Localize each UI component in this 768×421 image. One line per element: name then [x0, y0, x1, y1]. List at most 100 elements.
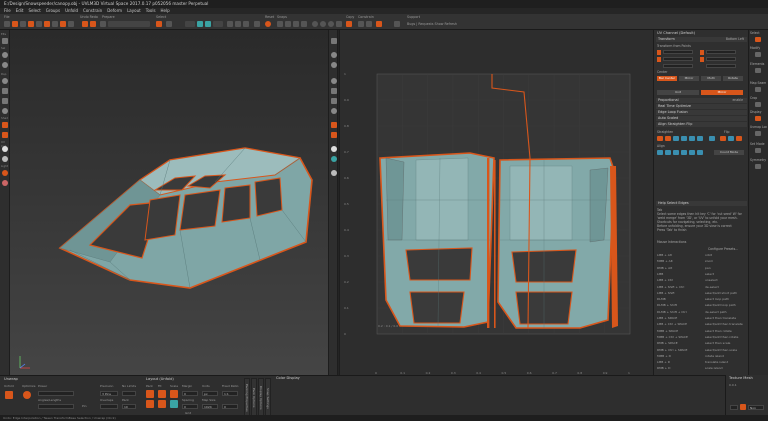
crop-icon[interactable] — [755, 102, 761, 107]
symmetry-icon[interactable] — [755, 164, 761, 169]
display-sphere-icon[interactable] — [2, 78, 8, 84]
display-tool-icon[interactable] — [755, 116, 761, 121]
edge-loop-section[interactable]: Edge Loop Fusion — [656, 110, 747, 115]
axis-alt-icon[interactable] — [2, 132, 8, 138]
straighten-e-icon[interactable] — [709, 136, 715, 141]
uv-sphere-icon[interactable] — [331, 52, 337, 58]
precision-field[interactable]: 3 Pins — [100, 391, 118, 396]
bar-center-tab[interactable]: Bar Center — [657, 76, 677, 81]
angles-lengths-slider[interactable] — [38, 404, 74, 409]
zoom-out-icon[interactable] — [320, 21, 326, 27]
zoom-in-icon[interactable] — [312, 21, 318, 27]
align-left-icon[interactable] — [657, 150, 663, 155]
v-field[interactable] — [706, 50, 736, 54]
vertex-mode-button[interactable] — [213, 21, 223, 27]
straighten-b-icon[interactable] — [681, 136, 687, 141]
texture-mode-field[interactable]: Non — [748, 405, 764, 410]
uv-shading-icon[interactable] — [331, 170, 337, 176]
power-slider[interactable] — [38, 391, 74, 396]
snap-face-icon[interactable] — [301, 21, 307, 27]
reset-icon[interactable] — [265, 21, 271, 27]
save-icon[interactable] — [20, 21, 26, 27]
straighten-v-icon[interactable] — [665, 136, 671, 141]
unit-mirror-tab[interactable]: Mirror — [701, 90, 743, 95]
scale-field[interactable] — [706, 64, 736, 68]
scale-button[interactable] — [170, 390, 178, 398]
sv-field[interactable] — [706, 57, 736, 61]
face-mode-icon[interactable] — [205, 21, 211, 27]
pack-fit-button[interactable] — [158, 400, 166, 408]
display-options-tab[interactable]: Display Options — [258, 378, 264, 418]
rotate-field[interactable] — [663, 64, 693, 68]
spacing-field[interactable]: 0 — [182, 404, 198, 409]
rotate-tab[interactable]: Rotate — [723, 76, 743, 81]
light-icon[interactable] — [2, 156, 8, 162]
pack-button[interactable] — [146, 390, 154, 398]
constrain-lock-icon[interactable] — [358, 21, 364, 27]
viewport-3d[interactable] — [10, 30, 328, 375]
elements-icon[interactable] — [2, 38, 8, 44]
overlaps-field[interactable] — [100, 404, 118, 409]
uv-wire-icon[interactable] — [331, 108, 337, 114]
redo-icon[interactable] — [90, 21, 96, 27]
select-loop-icon[interactable] — [243, 21, 249, 27]
fit-button[interactable] — [158, 390, 166, 398]
align-bottom-icon[interactable] — [697, 150, 703, 155]
pack-grid-button[interactable] — [146, 400, 154, 408]
uv-color-icon[interactable] — [331, 156, 337, 162]
texture-mesh-header[interactable]: Texture Mesh — [729, 376, 753, 380]
pin-icon[interactable] — [60, 21, 66, 27]
transform-mode[interactable]: Bottom Left — [726, 37, 744, 41]
prepare-slider[interactable] — [108, 21, 150, 27]
configure-presets-link[interactable]: Configure Presets... — [708, 247, 738, 251]
island-mode-icon[interactable] — [197, 21, 203, 27]
new-file-icon[interactable] — [4, 21, 10, 27]
multi-tab[interactable]: Multi — [701, 76, 721, 81]
modify-tool-icon[interactable] — [755, 52, 761, 57]
proportional-value[interactable]: enable — [733, 98, 744, 102]
align-straighten-section[interactable]: Align Straighten Flip — [656, 122, 747, 127]
select-shrink-icon[interactable] — [235, 21, 241, 27]
straighten-a-icon[interactable] — [673, 136, 679, 141]
shading-ball-icon[interactable] — [2, 170, 8, 176]
undo-icon[interactable] — [82, 21, 88, 27]
snap-grid-icon[interactable] — [277, 21, 283, 27]
copy-icon[interactable] — [346, 21, 352, 27]
checker-alt-icon[interactable] — [2, 98, 8, 104]
uv-light-icon[interactable] — [331, 146, 337, 152]
texture-field-a[interactable] — [730, 405, 738, 410]
sphere-alt-icon[interactable] — [2, 62, 8, 68]
fixed-ratio-field[interactable]: 1:1 — [222, 391, 238, 396]
count-mode-button[interactable]: Count Mode — [714, 150, 744, 155]
unwrap-header[interactable]: Unwrap — [4, 377, 18, 381]
align-top-icon[interactable] — [681, 150, 687, 155]
packing-properties-tab[interactable]: Packing Properties — [244, 378, 250, 418]
select-mode-icon[interactable] — [166, 21, 172, 27]
uv-elements-icon[interactable] — [331, 38, 337, 44]
su-axis-button[interactable] — [657, 57, 661, 62]
uv-checker-icon[interactable] — [331, 88, 337, 94]
uv-axis-icon[interactable] — [331, 122, 337, 128]
select-grow-icon[interactable] — [227, 21, 233, 27]
units-field[interactable]: px — [202, 391, 218, 396]
no-limits-field[interactable] — [122, 391, 136, 396]
axis-icon[interactable] — [2, 122, 8, 128]
unit-tab[interactable]: Unit — [657, 90, 699, 95]
set-mode-icon[interactable] — [755, 148, 761, 153]
realtime-optimize-section[interactable]: Real Time Optimize — [656, 104, 747, 109]
elements-tool-icon[interactable] — [755, 68, 761, 73]
flip-v-icon[interactable] — [728, 136, 734, 141]
snap-vertex-icon[interactable] — [285, 21, 291, 27]
pack-icon[interactable] — [68, 21, 74, 27]
su-field[interactable] — [663, 57, 693, 61]
snap-settings-tab[interactable]: Snap Settings — [265, 378, 271, 418]
mirror-tab[interactable]: Mirror — [679, 76, 699, 81]
weld-icon[interactable] — [36, 21, 42, 27]
flip-u-icon[interactable] — [720, 136, 726, 141]
uv-display-icon[interactable] — [331, 78, 337, 84]
prepare-icon[interactable] — [100, 21, 106, 27]
pack-options-tab[interactable]: Pack Options — [251, 378, 257, 418]
toolbar-support-links[interactable]: Bugs | Requests Show Refresh — [407, 22, 457, 26]
map-seam-icon[interactable] — [755, 87, 761, 92]
optimize-button[interactable] — [23, 391, 31, 399]
